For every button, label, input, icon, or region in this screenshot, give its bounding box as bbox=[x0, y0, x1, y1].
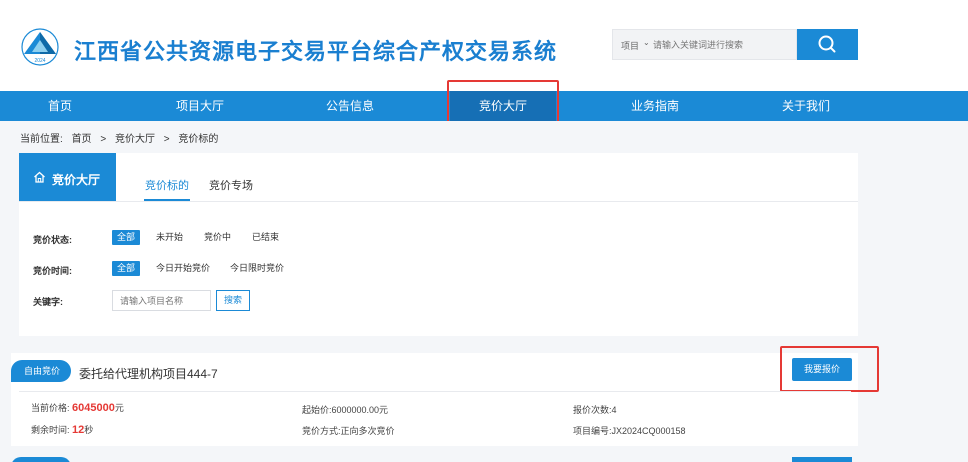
home-icon bbox=[33, 171, 46, 186]
nav-item-announcements[interactable]: 公告信息 bbox=[290, 91, 410, 121]
search-type-select[interactable]: 项目 bbox=[621, 39, 639, 52]
status-option-in-progress[interactable]: 竞价中 bbox=[199, 230, 236, 245]
breadcrumb: 当前位置: 首页 > 竞价大厅 > 竞价标的 bbox=[20, 130, 224, 145]
current-price-label: 当前价格: bbox=[31, 403, 70, 413]
bid-type-badge: 自由竞价 bbox=[11, 360, 71, 382]
breadcrumb-item-hall[interactable]: 竞价大厅 bbox=[115, 134, 155, 145]
time-filter-label: 竞价时间: bbox=[33, 266, 72, 276]
bidding-hall-header: 竞价大厅 bbox=[19, 153, 116, 201]
remaining-time-unit: 秒 bbox=[84, 425, 94, 435]
start-price: 起始价:6000000.00元 bbox=[302, 405, 389, 415]
logo-year: 2024 bbox=[34, 58, 45, 64]
tab-bidding-sessions[interactable]: 竞价专场 bbox=[209, 177, 253, 193]
current-price: 当前价格: 6045000元 bbox=[31, 401, 124, 414]
nav-item-business-guide[interactable]: 业务指南 bbox=[595, 91, 715, 121]
breadcrumb-prefix: 当前位置: bbox=[20, 134, 63, 145]
site-logo[interactable]: 2024 bbox=[18, 28, 62, 66]
search-box: 项目 ⌄ bbox=[612, 29, 797, 60]
next-card-bid-button[interactable] bbox=[792, 457, 852, 462]
card-divider bbox=[19, 391, 851, 392]
site-title: 江西省公共资源电子交易平台综合产权交易系统 bbox=[74, 39, 558, 64]
status-filter-label: 竞价状态: bbox=[33, 235, 72, 245]
breadcrumb-separator: > bbox=[163, 134, 170, 145]
remaining-time-label: 剩余时间: bbox=[31, 425, 70, 435]
nav-item-home[interactable]: 首页 bbox=[0, 91, 120, 121]
keyword-input[interactable] bbox=[112, 290, 211, 311]
time-option-all[interactable]: 全部 bbox=[112, 261, 141, 276]
breadcrumb-separator: > bbox=[100, 134, 107, 145]
bidding-hall-title: 竞价大厅 bbox=[52, 173, 101, 187]
header: 2024 江西省公共资源电子交易平台综合产权交易系统 项目 ⌄ bbox=[0, 0, 968, 90]
nav-item-project-hall[interactable]: 项目大厅 bbox=[140, 91, 260, 121]
breadcrumb-item-home[interactable]: 首页 bbox=[72, 134, 92, 145]
highlight-box-bid bbox=[780, 346, 879, 392]
chevron-down-icon[interactable]: ⌄ bbox=[643, 38, 650, 47]
search-icon bbox=[818, 35, 836, 53]
search-bar: 项目 ⌄ bbox=[612, 29, 858, 60]
breadcrumb-item-current: 竞价标的 bbox=[178, 134, 219, 145]
listing-title[interactable]: 委托给代理机构项目444-7 bbox=[79, 365, 218, 382]
search-input[interactable] bbox=[653, 35, 793, 55]
project-number: 项目编号:JX2024CQ000158 bbox=[573, 426, 686, 436]
bid-mode: 竞价方式:正向多次竞价 bbox=[302, 426, 395, 436]
keyword-search-button[interactable]: 搜索 bbox=[216, 290, 250, 311]
remaining-time-value: 12 bbox=[72, 424, 85, 436]
current-price-value: 6045000 bbox=[72, 402, 115, 414]
current-price-unit: 元 bbox=[114, 403, 124, 413]
keyword-label: 关键字: bbox=[33, 297, 63, 307]
time-option-starting-today[interactable]: 今日开始竞价 bbox=[151, 261, 215, 276]
panel-divider bbox=[19, 201, 858, 202]
status-option-all[interactable]: 全部 bbox=[112, 230, 141, 245]
nav-item-about-us[interactable]: 关于我们 bbox=[746, 91, 866, 121]
status-option-not-started[interactable]: 未开始 bbox=[151, 230, 188, 245]
tab-bidding-targets[interactable]: 竞价标的 bbox=[145, 177, 189, 193]
remaining-time: 剩余时间: 12秒 bbox=[31, 423, 93, 436]
bid-count: 报价次数:4 bbox=[573, 405, 617, 415]
time-option-limited-today[interactable]: 今日限时竞价 bbox=[225, 261, 289, 276]
next-card-badge bbox=[11, 457, 71, 462]
status-option-ended[interactable]: 已结束 bbox=[247, 230, 284, 245]
search-button[interactable] bbox=[797, 29, 858, 60]
